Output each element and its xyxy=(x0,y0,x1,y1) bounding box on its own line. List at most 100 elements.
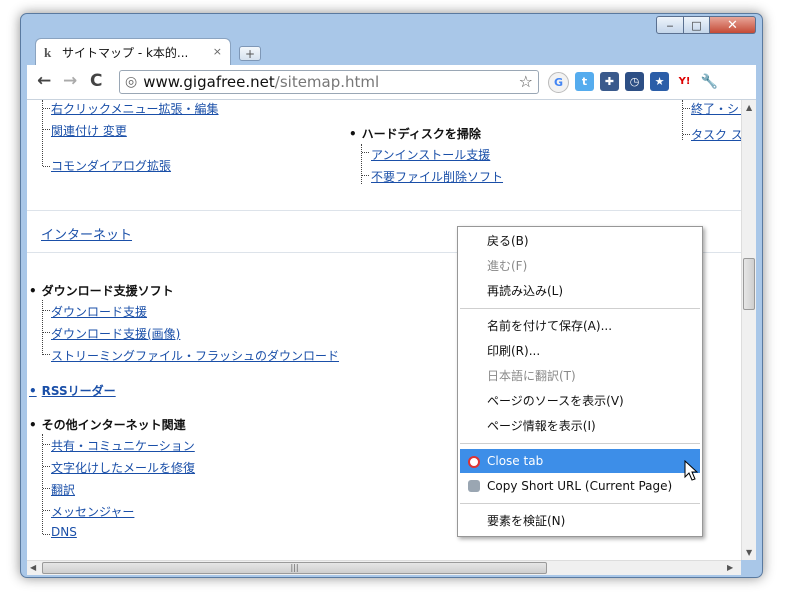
link-task[interactable]: タスク ス xyxy=(691,126,741,143)
menu-item-forward[interactable]: 進む(F) xyxy=(460,254,700,278)
url-path: /sitemap.html xyxy=(274,73,380,91)
heading-download: ダウンロード支援ソフト xyxy=(29,282,174,299)
favicon-icon: k xyxy=(44,45,52,60)
url-host: www.gigafree.net xyxy=(143,73,275,91)
horizontal-scroll-thumb[interactable]: ||| xyxy=(42,562,547,574)
horizontal-scrollbar[interactable]: ◀ ||| ▶ xyxy=(27,560,741,575)
tree-branch xyxy=(43,310,50,311)
back-button[interactable]: ← xyxy=(37,71,51,91)
menu-item-copy-short-url-label: Copy Short URL (Current Page) xyxy=(487,479,673,493)
menu-item-inspect[interactable]: 要素を検証(N) xyxy=(460,509,700,533)
star-icon[interactable]: ★ xyxy=(650,72,669,91)
back-arrow-icon: ← xyxy=(37,71,52,91)
tree-branch xyxy=(362,152,369,153)
divider xyxy=(27,210,741,211)
menu-separator xyxy=(460,443,700,444)
tree-branch xyxy=(43,488,50,489)
section-title-internet[interactable]: インターネット xyxy=(41,224,132,243)
menu-item-reload[interactable]: 再読み込み(L) xyxy=(460,279,700,303)
tree-branch xyxy=(43,466,50,467)
tree-branch xyxy=(683,108,690,109)
puzzle-icon[interactable]: ✚ xyxy=(600,72,619,91)
minimize-button[interactable]: ‒ xyxy=(656,16,684,34)
minimize-icon: ‒ xyxy=(666,18,674,32)
scroll-up-icon[interactable]: ▲ xyxy=(746,103,752,112)
link-streaming[interactable]: ストリーミングファイル・フラッシュのダウンロード xyxy=(51,347,339,364)
scroll-down-icon[interactable]: ▼ xyxy=(746,548,752,557)
scroll-right-icon[interactable]: ▶ xyxy=(727,563,733,572)
vertical-scrollbar[interactable]: ▲ ▼ xyxy=(741,100,756,560)
tab-strip: k サイトマップ - k本的... × + xyxy=(29,38,759,65)
clock-icon[interactable]: ◷ xyxy=(625,72,644,91)
browser-toolbar: ← → C ◎ www.gigafree.net/sitemap.html ☆ … xyxy=(27,65,756,100)
reload-icon: C xyxy=(90,71,103,91)
tab-close-icon[interactable]: × xyxy=(213,45,222,58)
tree-branch xyxy=(43,510,50,511)
link-messenger[interactable]: メッセンジャー xyxy=(51,503,134,520)
tree-line xyxy=(42,300,43,355)
link-uninstall[interactable]: アンインストール支援 xyxy=(371,146,490,163)
globe-icon: ◎ xyxy=(125,74,138,90)
link-shutdown[interactable]: 終了・シャ xyxy=(691,100,741,117)
tree-branch xyxy=(362,175,369,176)
tree-branch xyxy=(43,108,50,109)
address-bar[interactable]: ◎ www.gigafree.net/sitemap.html ☆ xyxy=(119,70,539,94)
tree-branch xyxy=(43,166,50,167)
tree-branch xyxy=(683,134,690,135)
tree-line xyxy=(42,100,43,166)
link-rss[interactable]: RSSリーダー xyxy=(29,382,116,399)
close-icon: ✕ xyxy=(727,17,738,33)
tree-line xyxy=(361,144,362,184)
link-download-image[interactable]: ダウンロード支援(画像) xyxy=(51,325,180,342)
menu-item-print[interactable]: 印刷(R)... xyxy=(460,339,700,363)
menu-item-close-tab[interactable]: Close tab xyxy=(460,449,700,473)
link-cleaner[interactable]: 不要ファイル削除ソフト xyxy=(371,168,503,185)
twitter-icon[interactable]: t xyxy=(575,72,594,91)
tree-branch xyxy=(43,332,50,333)
link-context-menu[interactable]: 右クリックメニュー拡張・編集 xyxy=(51,100,219,117)
link-translate[interactable]: 翻訳 xyxy=(51,481,75,498)
tree-line xyxy=(42,434,43,534)
link-common-dialog[interactable]: コモンダイアログ拡張 xyxy=(51,157,171,174)
menu-item-save-as[interactable]: 名前を付けて保存(A)... xyxy=(460,314,700,338)
heading-other-internet: その他インターネット関連 xyxy=(29,416,186,433)
mouse-cursor-icon xyxy=(684,460,698,481)
heading-disk-cleanup: ハードディスクを掃除 xyxy=(349,125,481,142)
menu-item-translate[interactable]: 日本語に翻訳(T) xyxy=(460,364,700,388)
menu-item-copy-short-url[interactable]: Copy Short URL (Current Page) xyxy=(460,474,700,498)
plus-icon: + xyxy=(244,46,256,61)
vertical-scroll-thumb[interactable] xyxy=(743,258,755,310)
link-chain-icon xyxy=(468,480,480,492)
link-sharing[interactable]: 共有・コミュニケーション xyxy=(51,437,195,454)
yahoo-icon[interactable]: Y! xyxy=(675,72,694,91)
forward-arrow-icon: → xyxy=(63,71,78,91)
tab-title: サイトマップ - k本的... xyxy=(62,45,189,60)
menu-item-page-info[interactable]: ページ情報を表示(I) xyxy=(460,414,700,438)
tab-sitemap[interactable]: k サイトマップ - k本的... × xyxy=(35,38,231,65)
tree-branch xyxy=(43,129,50,130)
menu-separator xyxy=(460,503,700,504)
forward-button[interactable]: → xyxy=(63,71,77,91)
menu-item-back[interactable]: 戻る(B) xyxy=(460,229,700,253)
bookmark-star-icon[interactable]: ☆ xyxy=(519,72,533,91)
close-tab-icon xyxy=(468,456,480,468)
new-tab-button[interactable]: + xyxy=(239,46,261,61)
tree-branch xyxy=(43,354,50,355)
close-window-button[interactable]: ✕ xyxy=(710,16,756,34)
wrench-icon[interactable]: 🔧 xyxy=(700,72,719,91)
extension-icons: G t ✚ ◷ ★ Y! 🔧 xyxy=(548,72,719,93)
menu-item-close-tab-label: Close tab xyxy=(487,454,544,468)
link-mojibake[interactable]: 文字化けしたメールを修復 xyxy=(51,459,195,476)
scroll-left-icon[interactable]: ◀ xyxy=(30,563,36,572)
maximize-button[interactable]: □ xyxy=(684,16,710,34)
menu-item-view-source[interactable]: ページのソースを表示(V) xyxy=(460,389,700,413)
reload-button[interactable]: C xyxy=(90,71,102,91)
link-download[interactable]: ダウンロード支援 xyxy=(51,303,147,320)
google-icon[interactable]: G xyxy=(548,72,569,93)
caption-buttons: ‒ □ ✕ xyxy=(656,16,756,34)
link-association[interactable]: 関連付け 変更 xyxy=(51,122,127,139)
link-dns[interactable]: DNS xyxy=(51,525,77,539)
maximize-icon: □ xyxy=(691,18,702,32)
tree-branch xyxy=(43,534,50,535)
tree-branch xyxy=(43,444,50,445)
